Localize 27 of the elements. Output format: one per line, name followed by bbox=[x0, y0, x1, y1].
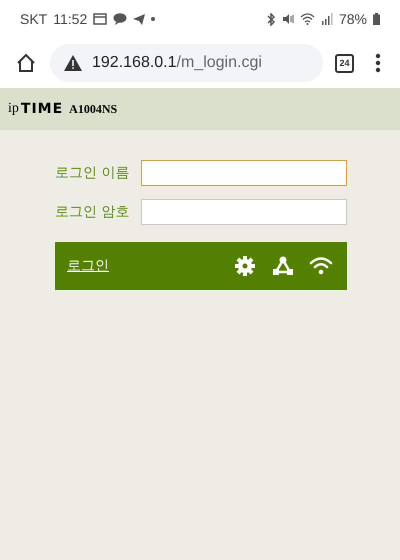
tab-count[interactable]: 24 bbox=[335, 54, 354, 72]
signal-icon bbox=[320, 13, 333, 25]
logo-prefix: ip bbox=[8, 101, 19, 117]
warning-icon bbox=[64, 55, 82, 71]
clock: 11:52 bbox=[53, 11, 88, 27]
bluetooth-icon bbox=[266, 12, 276, 26]
address-bar[interactable]: 192.168.0.1/m_login.cgi bbox=[50, 44, 323, 82]
input-field[interactable] bbox=[141, 199, 347, 225]
url-host: 192.168.0.1 bbox=[92, 54, 177, 71]
field-label: 로그인 이름 bbox=[55, 164, 130, 182]
wifi-icon bbox=[300, 13, 315, 25]
url-path: /m_login.cgi bbox=[176, 54, 262, 71]
login-link[interactable]: 로그인 bbox=[67, 257, 219, 275]
field-label: 로그인 암호 bbox=[55, 203, 130, 221]
network-icon[interactable] bbox=[271, 254, 295, 278]
send-icon bbox=[133, 14, 146, 24]
mute-icon bbox=[282, 13, 294, 25]
carrier: SKT bbox=[20, 11, 48, 27]
battery-percent: 78% bbox=[338, 11, 367, 27]
logo-brand: TIME bbox=[20, 101, 64, 117]
model-name: A1004NS bbox=[69, 102, 118, 116]
settings-icon[interactable] bbox=[233, 254, 257, 278]
dot-icon bbox=[151, 17, 156, 21]
battery-icon bbox=[373, 13, 380, 25]
chat-icon bbox=[113, 13, 128, 25]
card-icon bbox=[93, 13, 108, 25]
input-field[interactable] bbox=[141, 160, 347, 186]
